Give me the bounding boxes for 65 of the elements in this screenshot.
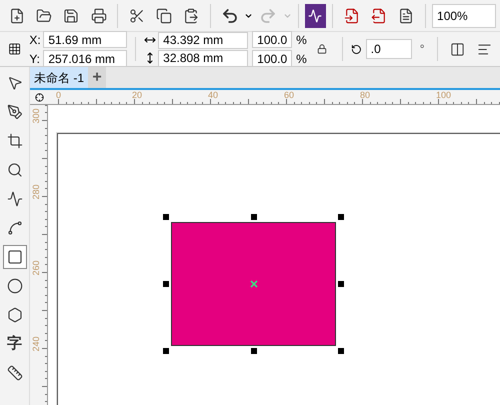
search-icon: [6, 162, 22, 178]
ruler-icon: [6, 365, 22, 381]
y-position-field[interactable]: 257.016 mm: [43, 50, 128, 67]
ruler-label: 20: [132, 90, 142, 100]
folder-icon: [36, 8, 52, 24]
hexagon-icon: [6, 307, 22, 323]
new-tab-button[interactable]: +: [88, 67, 106, 88]
height-field[interactable]: 32.808 mm: [158, 50, 248, 66]
rotate-icon: [350, 42, 362, 56]
selection-handle[interactable]: [250, 348, 256, 354]
curve-icon: [6, 220, 22, 236]
ruler-label: 0: [56, 90, 62, 100]
scale-x-field[interactable]: 100.0: [252, 31, 292, 48]
selection-handle[interactable]: [163, 214, 169, 220]
ruler-label: 100: [436, 90, 452, 100]
zoom-field[interactable]: 100%: [432, 4, 496, 28]
percent-label: %: [296, 50, 307, 68]
printer-icon: [90, 8, 107, 24]
square-icon: [6, 249, 22, 265]
align-lines-icon: [476, 42, 492, 56]
file-arrow-out-icon: [371, 8, 388, 24]
selection-handle[interactable]: [338, 281, 344, 287]
x-label: X:: [29, 32, 42, 48]
undo-icon: [220, 6, 239, 24]
file-arrow-in-icon: [344, 8, 360, 24]
ruler-label: 80: [360, 90, 370, 100]
split-columns-icon: [450, 42, 465, 56]
scale-y-field[interactable]: 100.0: [252, 50, 292, 67]
rotation-field[interactable]: .0: [366, 39, 412, 59]
zigzag-icon: [308, 8, 322, 22]
new-file-icon: [8, 8, 25, 24]
launcher-button[interactable]: [304, 4, 326, 28]
tool-button[interactable]: [2, 245, 26, 269]
lock-icon: [317, 44, 328, 54]
selection-handle[interactable]: [338, 214, 344, 220]
copy-icon: [156, 8, 172, 24]
circle-icon: [6, 278, 22, 294]
reference-point-icon: [8, 41, 22, 57]
percent-label: %: [296, 32, 307, 48]
x-position-field[interactable]: 51.69 mm: [43, 31, 128, 48]
document-tab[interactable]: 未命名 -1: [30, 67, 88, 88]
y-label: Y:: [29, 50, 41, 68]
ruler-label: 280: [31, 183, 41, 201]
document-icon: [398, 8, 414, 24]
ruler-label: 240: [31, 335, 41, 353]
ruler-label: 300: [31, 107, 41, 125]
width-field[interactable]: 43.392 mm: [158, 32, 248, 48]
ruler-label: 40: [208, 90, 218, 100]
tool-button[interactable]: 字: [2, 332, 26, 356]
ruler-label: 260: [31, 259, 41, 277]
ruler-origin-icon: [34, 92, 44, 102]
pointer-icon: [6, 75, 22, 91]
selection-handle[interactable]: [338, 348, 344, 354]
scissors-icon: [128, 8, 145, 24]
degree-label: °: [420, 41, 425, 58]
center-mark-icon: [250, 280, 258, 288]
selection-handle[interactable]: [250, 214, 256, 220]
selection-handle[interactable]: [163, 281, 169, 287]
pen-nib-icon: [6, 104, 22, 120]
clipboard-icon: [183, 8, 200, 24]
ruler-label: 60: [284, 90, 294, 100]
crop-icon: [6, 133, 22, 149]
redo-icon: [259, 6, 277, 24]
selection-handle[interactable]: [163, 348, 169, 354]
zigzag-icon: [6, 191, 22, 207]
